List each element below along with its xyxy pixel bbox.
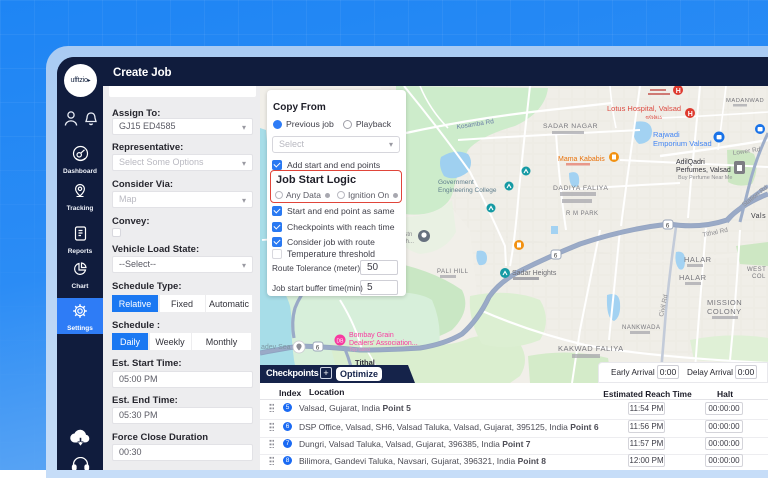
svg-text:H: H (676, 88, 681, 95)
svg-text:Buy Perfume Near Me: Buy Perfume Near Me (678, 175, 732, 181)
svg-text:DADIYA FALIYA: DADIYA FALIYA (553, 185, 608, 192)
svg-text:Engineering College: Engineering College (438, 187, 497, 194)
svg-text:6: 6 (316, 344, 320, 351)
svg-text:Sadar Heights: Sadar Heights (512, 270, 557, 277)
svg-text:Bombay Grain: Bombay Grain (349, 332, 394, 339)
svg-text:COL: COL (752, 274, 766, 280)
svg-text:adev Sea: adev Sea (261, 344, 291, 351)
svg-text:Lotus Hospital, Valsad: Lotus Hospital, Valsad (607, 104, 681, 113)
svg-text:MADANWAD: MADANWAD (726, 98, 764, 104)
svg-text:NANKWADA: NANKWADA (622, 325, 660, 331)
svg-text:H: H (688, 111, 693, 118)
svg-text:Dealers' Association...: Dealers' Association... (349, 340, 418, 347)
svg-text:6: 6 (666, 222, 670, 229)
svg-text:DB: DB (337, 339, 345, 345)
svg-text:Government: Government (438, 179, 474, 186)
svg-text:6: 6 (554, 252, 558, 259)
svg-text:COLONY: COLONY (707, 307, 742, 316)
svg-text:Vals: Vals (751, 213, 766, 220)
svg-text:Rajwadi: Rajwadi (653, 130, 680, 139)
svg-text:PALI HILL: PALI HILL (437, 269, 469, 275)
svg-text:R M PARK: R M PARK (566, 211, 599, 217)
svg-text:WEST RAIL: WEST RAIL (747, 267, 768, 273)
svg-text:HALAR: HALAR (684, 255, 712, 264)
svg-text:KAKWAD FALIYA: KAKWAD FALIYA (558, 344, 624, 353)
svg-text:વલસાડ: વલસાડ (644, 115, 662, 121)
svg-text:Perfumes, Valsad: Perfumes, Valsad (676, 167, 731, 174)
svg-text:Emporium Valsad: Emporium Valsad (653, 139, 712, 148)
svg-text:SADAR NAGAR: SADAR NAGAR (543, 123, 598, 130)
svg-text:Top rated: Top rated (349, 347, 370, 353)
svg-text:MISSION: MISSION (707, 298, 742, 307)
svg-text:HALAR: HALAR (679, 273, 707, 282)
svg-text:Mama Kababis: Mama Kababis (558, 156, 605, 163)
svg-text:AdilQadri: AdilQadri (676, 159, 705, 166)
